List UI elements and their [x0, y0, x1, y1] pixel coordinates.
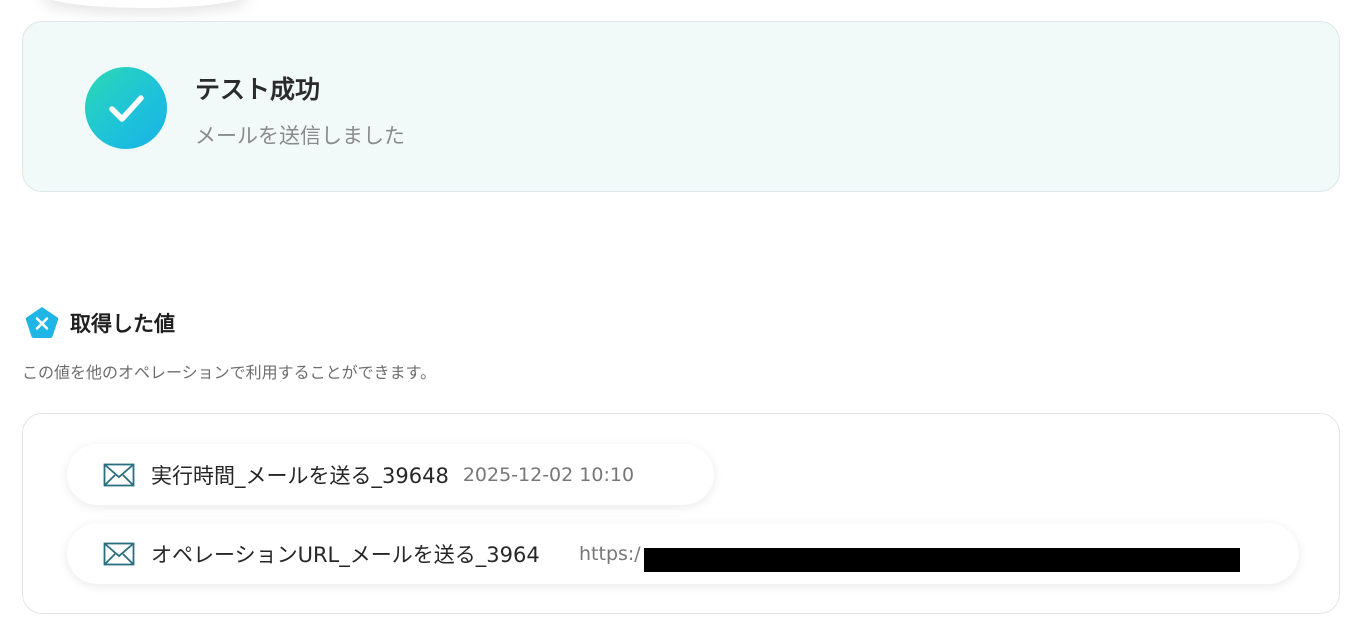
- test-success-card: テスト成功 メールを送信しました: [22, 21, 1340, 192]
- value-item-label: オペレーションURL_メールを送る_3964: [151, 542, 540, 567]
- redaction-bar: [644, 548, 1240, 572]
- checkmark-icon: [109, 95, 144, 122]
- values-section-header: 取得した値: [24, 305, 175, 341]
- mail-icon: [103, 463, 135, 486]
- x-pentagon-icon: [25, 307, 59, 338]
- success-check-icon: [85, 67, 167, 149]
- values-card: 実行時間_メールを送る_39648 2025-12-02 10:10 オペレーシ…: [22, 413, 1340, 614]
- value-item-value: 2025-12-02 10:10: [462, 463, 635, 486]
- value-item-execution-time[interactable]: 実行時間_メールを送る_39648 2025-12-02 10:10: [67, 444, 714, 505]
- success-title: テスト成功: [195, 75, 321, 104]
- page: テスト成功 メールを送信しました 取得した値 この値を他のオペレーションで利用す…: [0, 0, 1362, 628]
- previous-card-edge: [40, 0, 250, 8]
- values-section-description: この値を他のオペレーションで利用することができます。: [22, 363, 437, 382]
- success-message: メールを送信しました: [195, 124, 405, 148]
- values-section-title: 取得した値: [70, 312, 175, 336]
- value-item-label: 実行時間_メールを送る_39648: [151, 463, 449, 488]
- mail-icon: [103, 542, 135, 565]
